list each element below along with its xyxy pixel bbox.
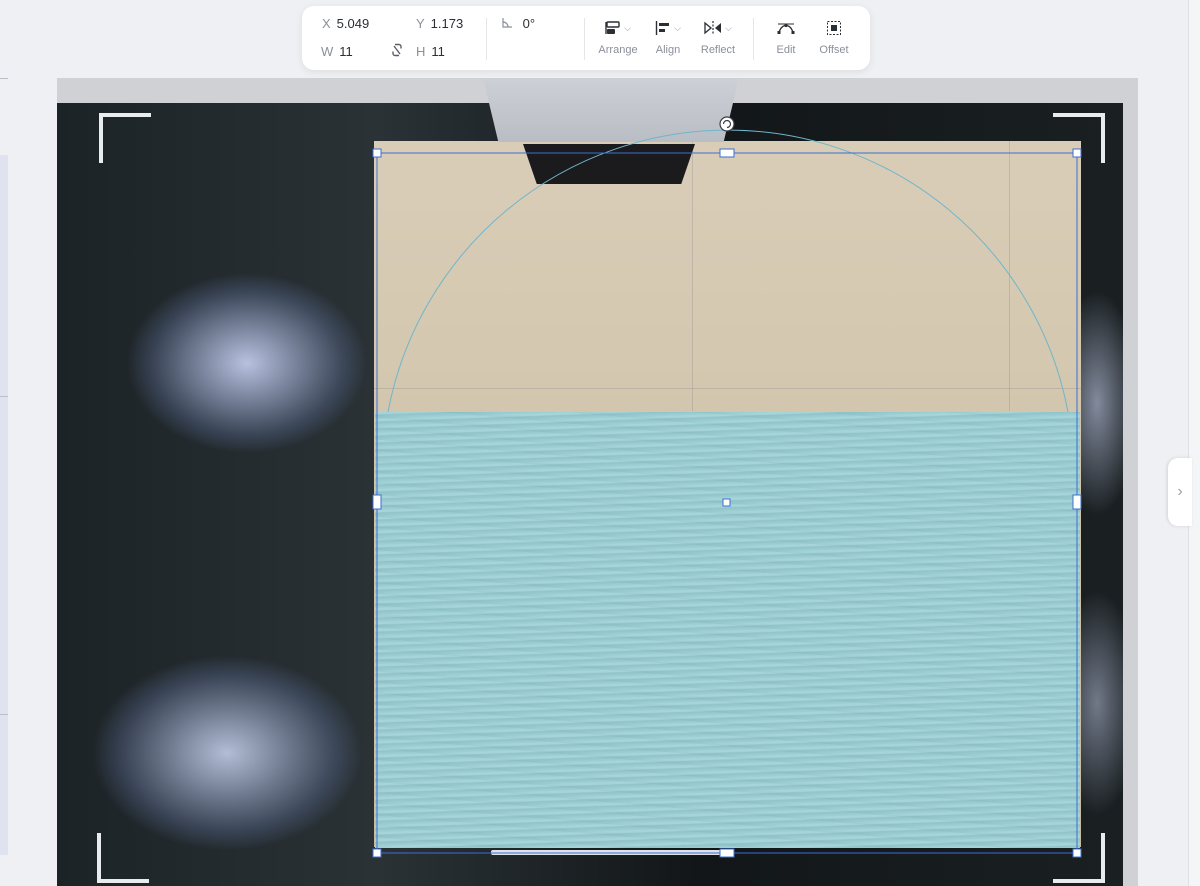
x-position-field[interactable]: X 5.049 xyxy=(322,16,369,31)
resize-handle-top-left[interactable] xyxy=(372,148,382,158)
h-label: H xyxy=(416,44,426,59)
properties-toolbar: X 5.049 Y 1.173 W 11 H 11 0° ⌵ Arrange ⌵… xyxy=(302,6,870,70)
chevron-down-icon: ⌵ xyxy=(624,22,631,33)
height-field[interactable]: H 11 xyxy=(416,44,445,59)
toolbar-divider xyxy=(753,18,754,60)
lock-ratio-icon[interactable] xyxy=(392,43,402,60)
resize-handle-bottom-left[interactable] xyxy=(372,848,382,858)
arrange-icon xyxy=(605,21,620,34)
y-value[interactable]: 1.173 xyxy=(431,16,464,31)
width-field[interactable]: W 11 xyxy=(321,44,353,59)
reflect-button[interactable]: ⌵ Reflect xyxy=(691,18,745,64)
selection-overlay xyxy=(372,116,1082,858)
y-label: Y xyxy=(416,16,425,31)
resize-handle-bottom-right[interactable] xyxy=(1072,848,1082,858)
arrange-label: Arrange xyxy=(598,44,638,56)
h-value[interactable]: 11 xyxy=(431,44,445,59)
align-label: Align xyxy=(655,44,681,56)
x-value[interactable]: 5.049 xyxy=(337,16,370,31)
bezier-edit-icon xyxy=(777,23,795,34)
arrange-button[interactable]: ⌵ Arrange xyxy=(591,18,645,64)
resize-handle-bottom[interactable] xyxy=(719,848,735,858)
x-label: X xyxy=(322,16,331,31)
resize-handle-top-right[interactable] xyxy=(1072,148,1082,158)
resize-handle-right[interactable] xyxy=(1072,494,1082,510)
w-value[interactable]: 11 xyxy=(339,44,353,59)
align-button[interactable]: ⌵ Align xyxy=(641,18,695,64)
offset-button[interactable]: Offset xyxy=(807,18,861,64)
chevron-down-icon: ⌵ xyxy=(674,22,681,33)
toolbar-divider xyxy=(486,18,487,60)
rotate-handle-icon[interactable] xyxy=(719,116,735,132)
chevron-down-icon: ⌵ xyxy=(725,22,732,33)
resize-handle-top[interactable] xyxy=(719,148,735,158)
offset-label: Offset xyxy=(819,44,849,56)
w-label: W xyxy=(321,44,334,59)
center-handle[interactable] xyxy=(722,498,731,507)
edit-label: Edit xyxy=(776,44,796,56)
reflect-label: Reflect xyxy=(700,44,736,56)
offset-icon xyxy=(827,21,841,35)
angle-icon xyxy=(502,16,517,31)
circle-outline xyxy=(387,129,1069,413)
edit-button[interactable]: Edit xyxy=(759,18,813,64)
toolbar-divider xyxy=(584,18,585,60)
rotation-value[interactable]: 0° xyxy=(523,16,535,31)
align-left-icon xyxy=(655,21,670,35)
resize-handle-left[interactable] xyxy=(372,494,382,510)
y-position-field[interactable]: Y 1.173 xyxy=(416,16,463,31)
reflect-icon xyxy=(704,21,722,35)
rotation-field[interactable]: 0° xyxy=(502,16,535,31)
